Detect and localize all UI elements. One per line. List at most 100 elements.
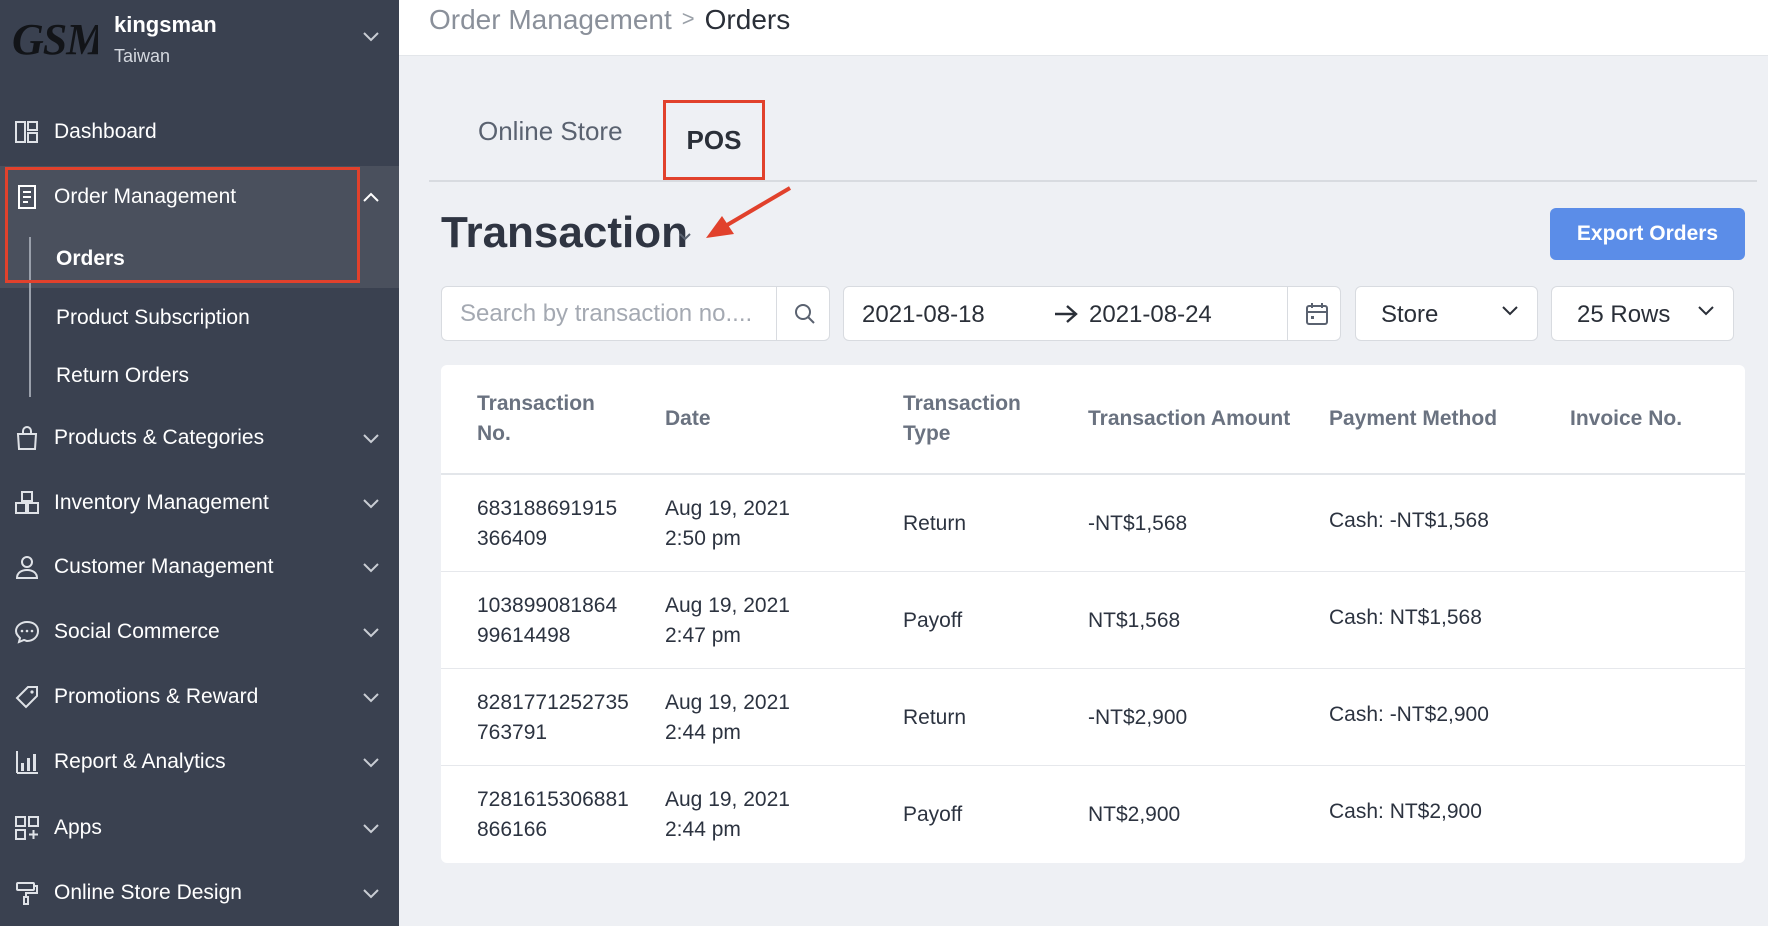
chevron-down-icon <box>1502 306 1518 316</box>
search-input[interactable] <box>460 299 760 329</box>
cell-transaction-type: Return <box>903 511 967 535</box>
annotation-highlight-box <box>5 167 360 283</box>
column-header-payment-method: Payment Method <box>1329 407 1498 430</box>
sidebar-item-online-store-design[interactable]: Online Store Design <box>0 864 399 922</box>
cell-date: Aug 19, 2021 2:44 pm <box>665 690 790 744</box>
paint-roller-icon <box>16 882 38 905</box>
cell-transaction-type: Return <box>903 705 967 729</box>
cell-payment-method: Cash: NT$1,568 <box>1329 605 1482 629</box>
table-row[interactable]: 7281615306881 866166 Aug 19, 2021 2:44 pm … <box>441 766 1745 863</box>
search-divider <box>776 287 777 340</box>
search-box <box>441 286 830 341</box>
column-header-transaction-amount: Transaction Amount <box>1088 407 1291 430</box>
shop-switcher[interactable]: GSM kingsman Taiwan <box>0 0 399 82</box>
chevron-down-icon <box>363 824 379 834</box>
sidebar-item-promotions-reward[interactable]: Promotions & Reward <box>0 668 399 726</box>
chevron-down-icon[interactable] <box>678 232 692 242</box>
sidebar-item-label: Inventory Management <box>54 491 269 514</box>
cell-date: Aug 19, 2021 2:44 pm <box>665 787 790 841</box>
cell-transaction-amount: NT$2,900 <box>1088 802 1181 826</box>
cell-date: Aug 19, 2021 2:47 pm <box>665 593 790 647</box>
cell-transaction-no[interactable]: 8281771252735 763791 <box>477 669 629 766</box>
shop-logo: GSM <box>12 15 98 64</box>
chevron-down-icon <box>363 499 379 509</box>
sidebar-item-report-analytics[interactable]: Report & Analytics <box>0 733 399 791</box>
sidebar-item-label: Online Store Design <box>54 881 242 904</box>
breadcrumb-current: Orders <box>704 4 791 35</box>
transactions-table: Transaction No. Date Transaction Type Tr… <box>441 365 1745 863</box>
tab-pos-label: POS <box>686 124 742 155</box>
cell-payment-method: Cash: -NT$2,900 <box>1329 702 1489 726</box>
shopping-bag-icon <box>16 426 38 450</box>
shop-name: kingsman <box>114 12 217 37</box>
tab-pos[interactable]: POS <box>663 100 765 180</box>
sidebar-item-products-categories[interactable]: Products & Categories <box>0 409 399 467</box>
user-icon <box>15 556 39 579</box>
boxes-icon <box>15 491 39 514</box>
rows-per-page-select[interactable]: 25 Rows <box>1551 286 1734 341</box>
sidebar-item-label: Promotions & Reward <box>54 685 259 708</box>
chevron-down-icon <box>363 563 379 573</box>
cell-transaction-amount: NT$1,568 <box>1088 608 1181 632</box>
breadcrumb-separator: > <box>681 6 695 31</box>
cell-payment-method: Cash: -NT$1,568 <box>1329 508 1489 532</box>
tabs-divider <box>429 180 1757 182</box>
sidebar-item-social-commerce[interactable]: Social Commerce <box>0 603 399 661</box>
table-row[interactable]: 683188691915 366409 Aug 19, 2021 2:50 pm R… <box>441 475 1745 572</box>
top-bar: Order Management > Orders <box>399 0 1768 56</box>
column-header-transaction-no: Transaction No. <box>477 392 595 445</box>
sidebar-subitem-return-orders[interactable]: Return Orders <box>56 364 189 388</box>
column-header-transaction-type: Transaction Type <box>903 392 1021 445</box>
sidebar-item-customer-management[interactable]: Customer Management <box>0 538 399 596</box>
chat-bubble-icon <box>14 620 40 644</box>
tag-icon <box>15 686 38 709</box>
table-row[interactable]: 8281771252735 763791 Aug 19, 2021 2:44 pm … <box>441 669 1745 766</box>
bar-chart-icon <box>16 751 38 774</box>
cell-transaction-no[interactable]: 103899081864 99614498 <box>477 572 617 669</box>
sidebar-subitem-product-subscription[interactable]: Product Subscription <box>56 306 250 330</box>
date-divider <box>1287 287 1288 340</box>
sidebar-item-label: Dashboard <box>54 120 157 143</box>
chevron-down-icon <box>363 693 379 703</box>
chevron-down-icon <box>363 32 379 42</box>
chevron-down-icon <box>363 758 379 768</box>
annotation-arrow-icon <box>706 186 792 238</box>
sidebar-item-apps[interactable]: Apps <box>0 799 399 857</box>
table-row[interactable]: 103899081864 99614498 Aug 19, 2021 2:47 pm… <box>441 572 1745 669</box>
breadcrumb: Order Management > Orders <box>429 4 790 36</box>
sidebar-item-label: Report & Analytics <box>54 750 226 773</box>
sidebar-item-label: Social Commerce <box>54 620 220 643</box>
date-to[interactable]: 2021-08-24 <box>1089 301 1212 329</box>
breadcrumb-parent[interactable]: Order Management <box>429 4 672 35</box>
sidebar-item-label: Products & Categories <box>54 426 265 449</box>
date-from[interactable]: 2021-08-18 <box>862 301 985 329</box>
chevron-down-icon <box>363 889 379 899</box>
export-orders-button[interactable]: Export Orders <box>1550 208 1745 260</box>
apps-grid-icon <box>15 816 39 840</box>
sidebar: GSM kingsman Taiwan Dashboard Order Mana… <box>0 0 399 926</box>
column-header-date: Date <box>665 407 711 430</box>
cell-payment-method: Cash: NT$2,900 <box>1329 799 1482 823</box>
cell-transaction-no[interactable]: 683188691915 366409 <box>477 475 617 572</box>
cell-transaction-type: Payoff <box>903 802 963 826</box>
sidebar-item-inventory-management[interactable]: Inventory Management <box>0 474 399 532</box>
chevron-up-icon <box>363 192 379 202</box>
shop-region: Taiwan <box>114 46 171 66</box>
date-range-picker[interactable]: 2021-08-18 2021-08-24 <box>843 286 1341 341</box>
sidebar-item-dashboard[interactable]: Dashboard <box>0 103 399 161</box>
cell-transaction-amount: -NT$2,900 <box>1088 705 1188 729</box>
cell-date: Aug 19, 2021 2:50 pm <box>665 496 790 550</box>
cell-transaction-type: Payoff <box>903 608 963 632</box>
sidebar-item-label: Customer Management <box>54 555 274 578</box>
store-select[interactable]: Store <box>1355 286 1538 341</box>
search-icon[interactable] <box>793 302 817 326</box>
calendar-icon[interactable] <box>1305 302 1329 326</box>
page-title[interactable]: Transaction <box>441 208 688 258</box>
store-select-value: Store <box>1381 301 1439 328</box>
column-header-invoice-no: Invoice No. <box>1570 407 1683 430</box>
cell-transaction-no[interactable]: 7281615306881 866166 <box>477 766 629 863</box>
chevron-down-icon <box>363 434 379 444</box>
chevron-down-icon <box>363 628 379 638</box>
chevron-down-icon <box>1698 306 1714 316</box>
tab-online-store[interactable]: Online Store <box>478 116 623 147</box>
